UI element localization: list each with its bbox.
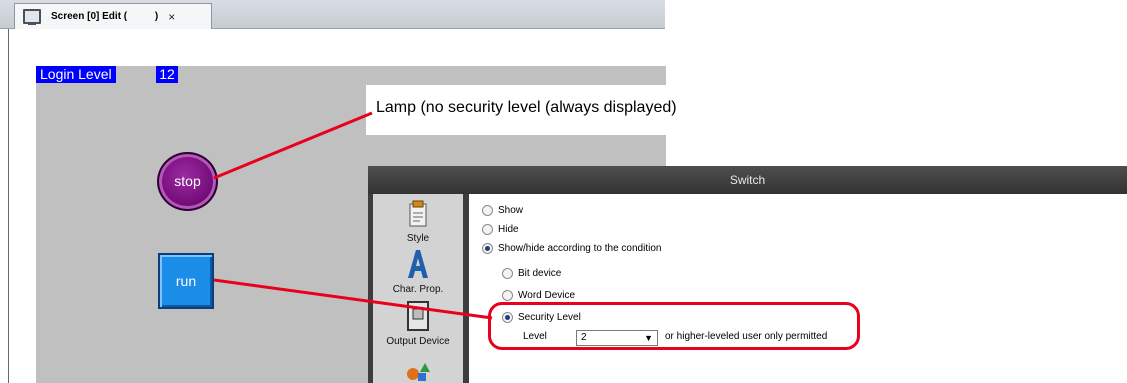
switch-connector-line: [213, 278, 493, 320]
lamp-connector-line: [213, 111, 373, 180]
callout-connectors: [213, 111, 493, 320]
